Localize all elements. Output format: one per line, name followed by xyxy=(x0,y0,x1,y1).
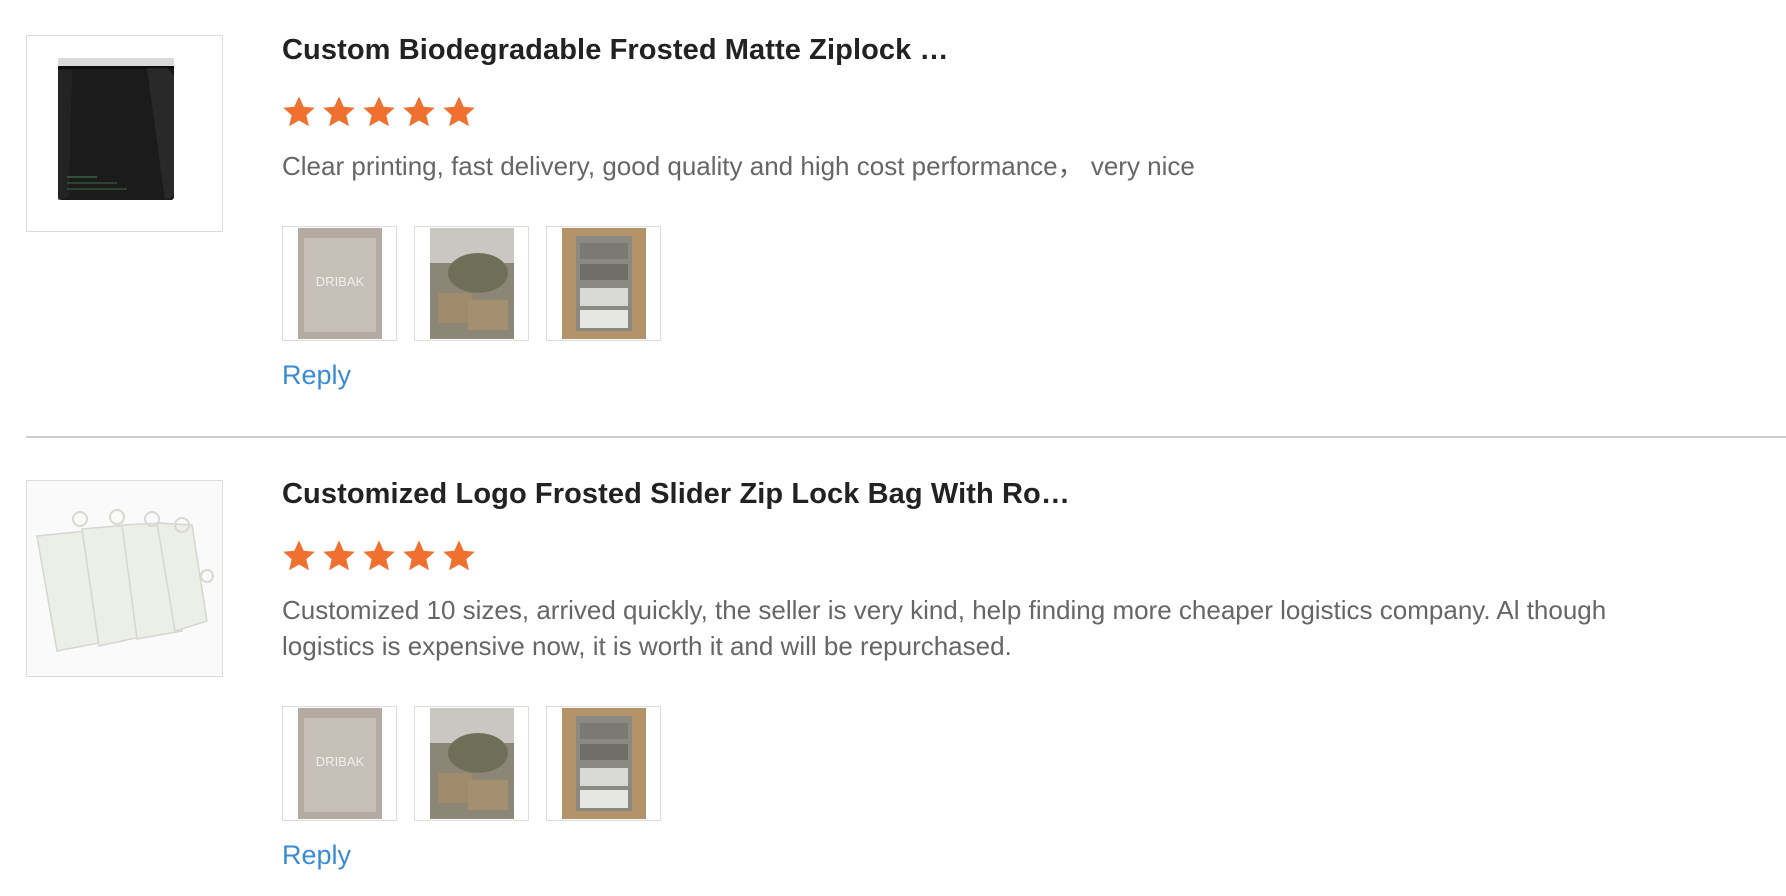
reply-link[interactable]: Reply xyxy=(282,840,351,871)
product-thumbnail[interactable] xyxy=(26,480,223,677)
star-icon xyxy=(321,94,357,130)
review-text: Clear printing, fast delivery, good qual… xyxy=(282,151,1195,181)
product-thumbnail[interactable] xyxy=(26,35,223,232)
review-photo-thumbnail[interactable] xyxy=(414,226,529,341)
review-item: Custom Biodegradable Frosted Matte Ziplo… xyxy=(0,0,1786,438)
star-icon xyxy=(401,94,437,130)
review-photo-thumbnail[interactable] xyxy=(546,706,661,821)
review-text: Customized 10 sizes, arrived quickly, th… xyxy=(282,595,1607,661)
star-icon xyxy=(321,538,357,574)
review-photo-thumbnail[interactable]: DRIBAK xyxy=(282,706,397,821)
review-photo-thumbnail[interactable] xyxy=(414,706,529,821)
svg-text:DRIBAK: DRIBAK xyxy=(316,754,365,769)
star-icon xyxy=(441,538,477,574)
star-icon xyxy=(281,538,317,574)
product-title-link[interactable]: Customized Logo Frosted Slider Zip Lock … xyxy=(282,478,1070,511)
svg-text:DRIBAK: DRIBAK xyxy=(316,274,365,289)
review-photos: DRIBAK xyxy=(282,706,661,821)
star-icon xyxy=(441,94,477,130)
reply-link[interactable]: Reply xyxy=(282,360,351,391)
star-icon xyxy=(281,94,317,130)
review-photos: DRIBAK xyxy=(282,226,661,341)
star-icon xyxy=(401,538,437,574)
star-icon xyxy=(361,94,397,130)
review-photo-thumbnail[interactable]: DRIBAK xyxy=(282,226,397,341)
product-title-link[interactable]: Custom Biodegradable Frosted Matte Ziplo… xyxy=(282,34,949,67)
review-item: Customized Logo Frosted Slider Zip Lock … xyxy=(0,438,1786,896)
star-rating xyxy=(281,538,477,574)
star-icon xyxy=(361,538,397,574)
review-photo-thumbnail[interactable] xyxy=(546,226,661,341)
star-rating xyxy=(281,94,477,130)
